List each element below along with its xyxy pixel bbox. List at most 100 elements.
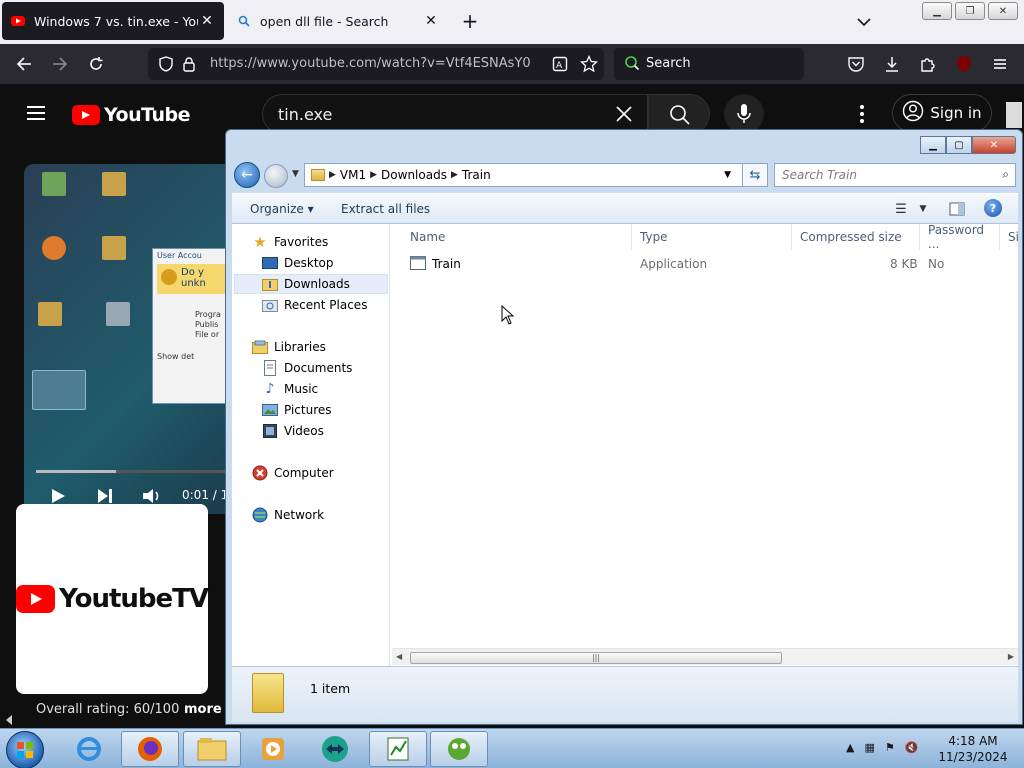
- video-progress-bar[interactable]: [36, 470, 236, 473]
- firefox-taskbar-icon[interactable]: [121, 731, 179, 767]
- maximize-icon[interactable]: ▢: [946, 136, 972, 154]
- yt-menu-icon[interactable]: [26, 104, 46, 125]
- view-list-icon[interactable]: ☰: [892, 200, 910, 218]
- app-taskbar-icon[interactable]: [430, 731, 488, 767]
- url-bar[interactable]: https://www.youtube.com/watch?v=Vtf4ESNA…: [148, 48, 604, 80]
- address-bar[interactable]: ▶ VM1 ▶ Downloads ▶ Train ▼: [304, 163, 766, 187]
- yt-search-input[interactable]: tin.exe: [262, 94, 648, 134]
- more-vertical-icon[interactable]: [858, 104, 866, 127]
- download-icon[interactable]: [880, 52, 904, 76]
- close-tab-icon[interactable]: ✕: [198, 13, 216, 29]
- explorer-search-input[interactable]: Search Train ⌕: [774, 163, 1016, 187]
- scrollbar-thumb[interactable]: |||: [410, 652, 782, 664]
- browser-search-bar[interactable]: Search: [614, 48, 804, 80]
- youtube-tv-card[interactable]: YoutubeTV: [16, 504, 209, 694]
- translate-icon[interactable]: A: [552, 56, 568, 75]
- volume-muted-icon[interactable]: 🔇: [905, 741, 919, 754]
- close-icon[interactable]: ✕: [972, 136, 1016, 154]
- explorer-taskbar-icon[interactable]: [183, 731, 241, 767]
- column-header-size[interactable]: Si: [1000, 224, 1019, 250]
- ublock-icon[interactable]: [952, 52, 976, 76]
- recent-pages-dropdown-icon[interactable]: ▼: [292, 169, 299, 179]
- breadcrumb-item[interactable]: VM1: [340, 168, 366, 182]
- explorer-address-row: ← ▼ ▶ VM1 ▶ Downloads ▶ Train ▼ ⇆ Search…: [232, 161, 1018, 189]
- breadcrumb-item[interactable]: Train: [462, 168, 491, 182]
- organize-button[interactable]: Organize ▾: [250, 202, 314, 216]
- horizontal-scrollbar[interactable]: ◀ ||| ▶: [392, 648, 1018, 665]
- minimize-icon[interactable]: ▁: [922, 2, 952, 20]
- preview-pane-icon[interactable]: [948, 200, 966, 218]
- clock[interactable]: 4:18 AM 11/23/2024: [936, 733, 1010, 765]
- nav-recent-places[interactable]: Recent Places: [262, 295, 367, 315]
- scroll-left-icon[interactable]: ◀: [396, 652, 402, 661]
- shield-icon[interactable]: [158, 56, 174, 75]
- back-arrow-icon[interactable]: [12, 52, 36, 76]
- breadcrumb-arrow-icon[interactable]: ▶: [370, 170, 377, 180]
- nav-documents[interactable]: Documents: [262, 358, 352, 378]
- more-link[interactable]: more: [184, 702, 222, 717]
- clear-search-icon[interactable]: [615, 105, 633, 126]
- close-tab-icon[interactable]: ✕: [422, 13, 440, 29]
- reload-icon[interactable]: [84, 52, 108, 76]
- teamviewer-icon[interactable]: [306, 731, 364, 767]
- help-icon[interactable]: ?: [984, 199, 1002, 217]
- network-tray-icon[interactable]: ▦: [864, 741, 874, 754]
- search-icon[interactable]: ⌕: [1002, 167, 1009, 182]
- videos-icon: [262, 423, 278, 439]
- column-header-type[interactable]: Type: [632, 224, 792, 250]
- chevron-left-icon[interactable]: [4, 714, 14, 729]
- video-player[interactable]: User Accou Do y unkn Progra Publis File …: [24, 164, 244, 514]
- column-header-compressed-size[interactable]: Compressed size: [792, 224, 920, 250]
- show-hidden-icons-icon[interactable]: ▲: [846, 741, 854, 754]
- sign-in-button[interactable]: Sign in: [892, 94, 992, 132]
- minimize-icon[interactable]: ▁: [920, 136, 946, 154]
- scroll-right-icon[interactable]: ▶: [1008, 652, 1014, 661]
- microphone-icon[interactable]: [724, 94, 764, 134]
- nav-favorites[interactable]: ★ Favorites: [252, 232, 328, 252]
- nav-desktop[interactable]: Desktop: [262, 253, 334, 273]
- column-header-name[interactable]: Name: [402, 224, 632, 250]
- back-arrow-icon[interactable]: ←: [234, 162, 260, 188]
- forward-arrow-icon[interactable]: [48, 52, 72, 76]
- page-scrollbar[interactable]: [1006, 102, 1022, 128]
- organize-label: Organize: [250, 202, 304, 216]
- forward-arrow-icon[interactable]: [264, 164, 288, 188]
- nav-pictures[interactable]: Pictures: [262, 400, 332, 420]
- notepad-taskbar-icon[interactable]: [369, 731, 427, 767]
- tab-youtube[interactable]: Windows 7 vs. tin.exe - YouTube ✕: [2, 2, 224, 40]
- table-row[interactable]: Train Application 8 KB No: [392, 255, 1018, 275]
- restore-icon[interactable]: ❐: [955, 2, 985, 20]
- lock-icon[interactable]: [182, 56, 196, 75]
- youtube-logo[interactable]: YouTube: [72, 104, 190, 126]
- internet-explorer-icon[interactable]: [60, 731, 118, 767]
- nav-downloads[interactable]: Downloads: [234, 274, 388, 294]
- start-button[interactable]: [6, 731, 44, 768]
- nav-label: Computer: [274, 466, 334, 480]
- extensions-puzzle-icon[interactable]: [916, 52, 940, 76]
- refresh-icon[interactable]: ⇆: [742, 163, 768, 187]
- hamburger-menu-icon[interactable]: [988, 52, 1012, 76]
- close-icon[interactable]: ✕: [988, 2, 1018, 20]
- bookmark-star-icon[interactable]: [579, 54, 599, 76]
- breadcrumb-arrow-icon[interactable]: ▶: [329, 170, 336, 180]
- yt-search-button[interactable]: [648, 94, 710, 134]
- nav-videos[interactable]: Videos: [262, 421, 324, 441]
- breadcrumb-item[interactable]: Downloads: [381, 168, 447, 182]
- extract-all-button[interactable]: Extract all files: [341, 202, 430, 216]
- media-player-icon[interactable]: [244, 731, 302, 767]
- search-engine-icon: [624, 55, 640, 75]
- nav-libraries[interactable]: Libraries: [252, 337, 326, 357]
- new-tab-plus-icon[interactable]: +: [458, 10, 482, 32]
- nav-music[interactable]: ♪ Music: [262, 379, 319, 399]
- nav-computer[interactable]: Computer: [252, 463, 334, 483]
- view-dropdown-icon[interactable]: ▼: [914, 200, 932, 218]
- pocket-icon[interactable]: [844, 52, 868, 76]
- column-header-password[interactable]: Password ...: [920, 223, 1000, 251]
- breadcrumb-arrow-icon[interactable]: ▶: [451, 170, 458, 180]
- tab-search[interactable]: open dll file - Search ✕: [228, 2, 448, 40]
- search-placeholder: Search: [646, 56, 691, 71]
- flag-icon[interactable]: ⚑: [885, 741, 895, 754]
- chevron-down-icon[interactable]: [852, 10, 876, 34]
- address-dropdown-icon[interactable]: ▼: [724, 170, 731, 180]
- nav-network[interactable]: Network: [252, 505, 324, 525]
